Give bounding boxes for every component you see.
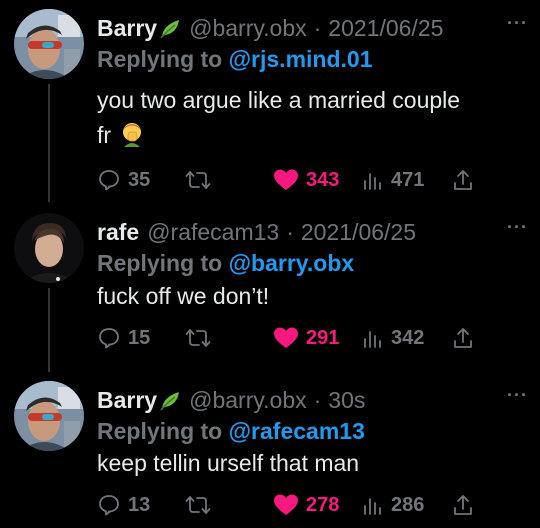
- share-icon: [454, 495, 472, 515]
- tweet-text-line: fuck off we don’t!: [97, 283, 270, 309]
- tweet-text-line: you two argue like a married couple: [97, 87, 461, 113]
- tweet[interactable]: rafe @rafecam13 · 2021/06/25 ··· Replyin…: [0, 204, 540, 369]
- share-button[interactable]: [452, 491, 481, 519]
- views-icon: [364, 498, 381, 515]
- like-count: 343: [306, 168, 340, 191]
- avatar[interactable]: [14, 381, 84, 451]
- replying-to-handle[interactable]: @barry.obx: [229, 250, 355, 276]
- reply-count: 35: [128, 168, 151, 191]
- reply-button[interactable]: 35: [97, 166, 150, 194]
- reply-button[interactable]: 15: [97, 324, 150, 352]
- like-count: 291: [306, 326, 340, 349]
- author-handle[interactable]: @barry.obx: [189, 15, 307, 42]
- view-count: 342: [391, 326, 425, 349]
- author-name[interactable]: Barry: [97, 387, 157, 414]
- tweet-actions: 35 343 471: [97, 166, 497, 194]
- views-button[interactable]: 342: [362, 324, 424, 352]
- retweet-button[interactable]: [185, 491, 218, 519]
- man-facepalming-emoji: [119, 121, 145, 157]
- tweet-header: Barry @barry.obx · 2021/06/25: [97, 12, 443, 44]
- like-button[interactable]: 291: [273, 324, 339, 352]
- reply-count: 15: [128, 326, 151, 349]
- reply-count: 13: [128, 493, 151, 516]
- share-button[interactable]: [452, 166, 481, 194]
- reply-icon: [99, 328, 119, 349]
- reply-icon: [99, 495, 119, 516]
- retweet-icon: [185, 329, 211, 347]
- author-name[interactable]: Barry: [97, 15, 157, 42]
- replying-to: Replying to @barry.obx: [97, 250, 354, 277]
- retweet-icon: [185, 171, 211, 189]
- retweet-button[interactable]: [185, 166, 218, 194]
- tweet-text: keep tellin urself that man: [97, 446, 359, 481]
- heart-icon: [274, 327, 298, 348]
- heart-icon: [274, 169, 298, 190]
- separator-dot: ·: [286, 218, 294, 245]
- retweet-button[interactable]: [185, 324, 218, 352]
- replying-to-label: Replying to: [97, 418, 223, 444]
- like-button[interactable]: 278: [273, 491, 339, 519]
- timestamp[interactable]: 30s: [328, 387, 365, 414]
- view-count: 471: [391, 168, 425, 191]
- like-count: 278: [306, 493, 340, 516]
- replying-to-label: Replying to: [97, 250, 223, 276]
- timestamp[interactable]: 2021/06/25: [328, 15, 443, 42]
- replying-to: Replying to @rjs.mind.01: [97, 46, 373, 73]
- avatar[interactable]: [14, 213, 84, 283]
- replying-to: Replying to @rafecam13: [97, 418, 365, 445]
- share-icon: [454, 170, 472, 190]
- replying-to-label: Replying to: [97, 46, 223, 72]
- leaf-icon: [159, 17, 183, 39]
- tweet-text: fuck off we don’t!: [97, 279, 269, 314]
- separator-dot: ·: [313, 386, 322, 413]
- author-handle[interactable]: @barry.obx: [189, 387, 307, 414]
- replying-to-handle[interactable]: @rjs.mind.01: [229, 46, 373, 72]
- tweet-header: rafe @rafecam13 · 2021/06/25: [97, 216, 416, 248]
- tweet-text-line: keep tellin urself that man: [97, 450, 360, 476]
- tweet-actions: 15 291 342: [97, 324, 497, 352]
- reply-icon: [99, 170, 119, 191]
- more-options-icon[interactable]: ···: [507, 386, 528, 404]
- avatar[interactable]: [14, 9, 84, 79]
- tweet-header: Barry @barry.obx · 30s: [97, 384, 365, 416]
- tweet[interactable]: Barry @barry.obx · 2021/06/25 ··· Replyi…: [0, 0, 540, 200]
- view-count: 286: [391, 493, 425, 516]
- like-button[interactable]: 343: [273, 166, 339, 194]
- timestamp[interactable]: 2021/06/25: [301, 219, 416, 246]
- tweet-text-fragment: fr: [97, 122, 112, 148]
- reply-button[interactable]: 13: [97, 491, 150, 519]
- leaf-icon: [159, 389, 183, 411]
- tweet-text: you two argue like a married couple fr: [97, 83, 460, 157]
- views-icon: [364, 331, 381, 348]
- tweet-actions: 13 278 286: [97, 491, 497, 519]
- author-handle[interactable]: @rafecam13: [147, 219, 279, 246]
- share-icon: [454, 328, 472, 348]
- retweet-icon: [185, 496, 211, 514]
- tweet[interactable]: Barry @barry.obx · 30s ··· Replying to @…: [0, 372, 540, 528]
- replying-to-handle[interactable]: @rafecam13: [229, 418, 365, 444]
- share-button[interactable]: [452, 324, 481, 352]
- views-icon: [364, 173, 381, 190]
- author-name[interactable]: rafe: [97, 219, 139, 246]
- heart-icon: [274, 494, 298, 515]
- more-options-icon[interactable]: ···: [507, 218, 528, 236]
- views-button[interactable]: 471: [362, 166, 424, 194]
- separator-dot: ·: [313, 14, 322, 41]
- more-options-icon[interactable]: ···: [507, 14, 528, 32]
- tweet-text-line: fr: [97, 118, 460, 157]
- views-button[interactable]: 286: [362, 491, 424, 519]
